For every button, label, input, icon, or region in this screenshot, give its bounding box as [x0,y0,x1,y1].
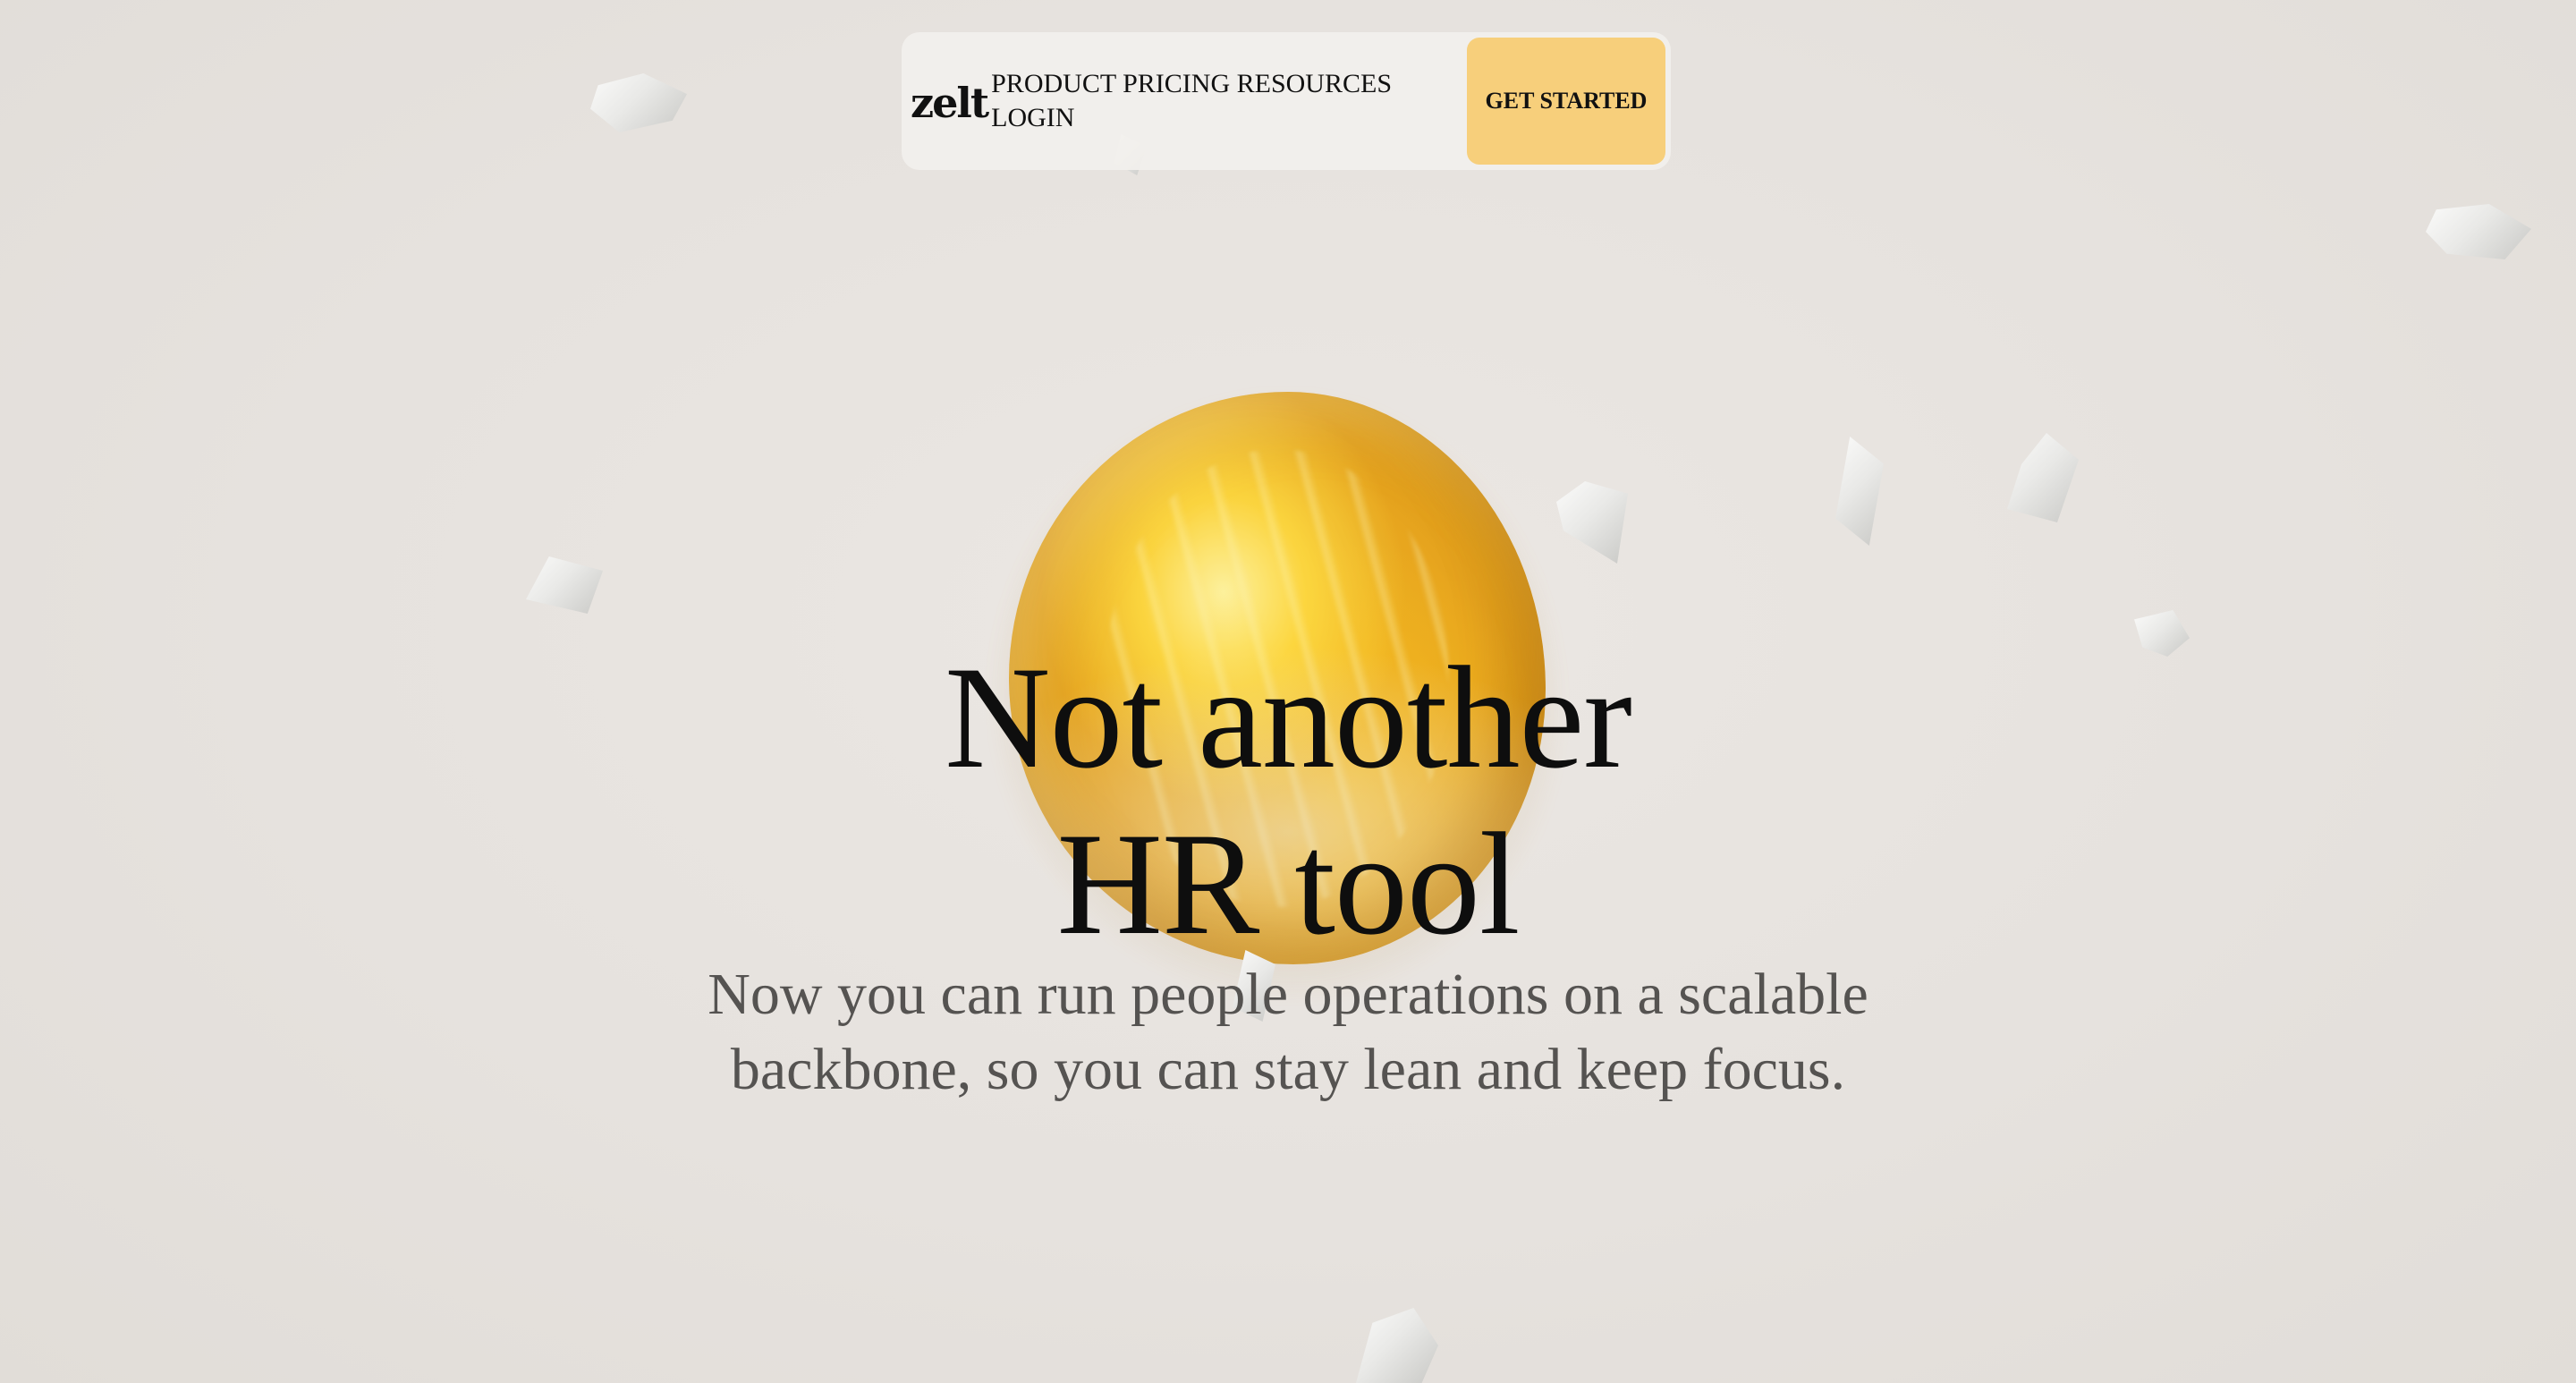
nav-link-login[interactable]: LOGIN [991,103,1074,132]
hero-subtitle: Now you can run people operations on a s… [708,962,1868,1102]
floating-shard [590,73,687,132]
nav-link-resources[interactable]: RESOURCES [1237,69,1392,98]
nav-links: PRODUCT PRICING RESOURCES LOGIN [991,67,1438,135]
get-started-button[interactable]: GET STARTED [1467,38,1665,165]
floating-shard [2426,204,2531,259]
hero-headline-line-1: Not another [945,637,1632,799]
floating-shard [526,556,603,614]
top-navigation-bar: zelt PRODUCT PRICING RESOURCES LOGIN GET… [902,32,1671,170]
nav-link-product[interactable]: PRODUCT [991,69,1115,98]
floating-shard [1356,1308,1438,1383]
nav-link-pricing[interactable]: PRICING [1123,69,1230,98]
zelt-logo[interactable]: zelt [911,82,989,123]
floating-shard [2007,433,2079,522]
floating-shard [1835,437,1884,546]
hero-headline: Not another HR tool [0,635,2576,968]
hero-headline-line-2: HR tool [1056,803,1521,965]
floating-shard [1556,481,1628,564]
